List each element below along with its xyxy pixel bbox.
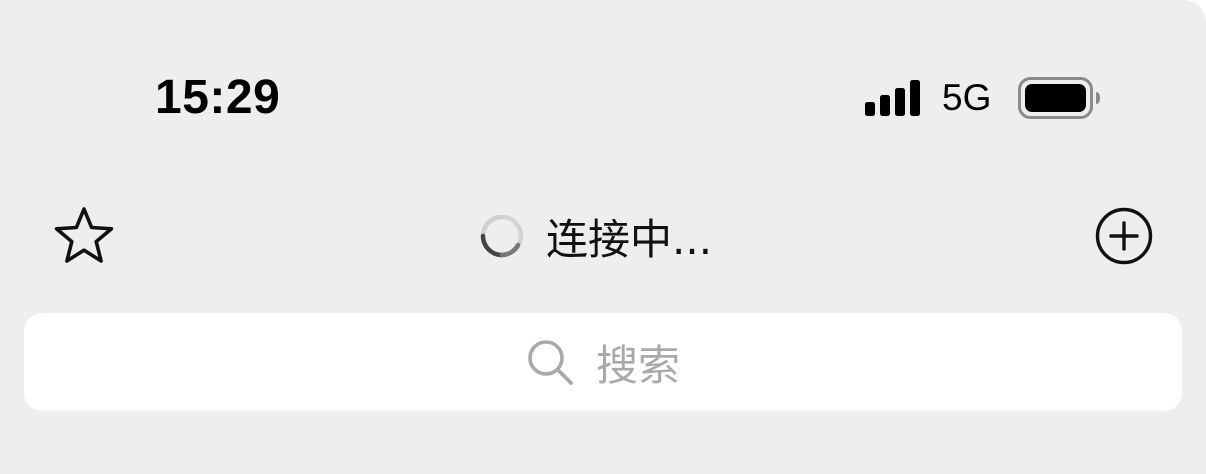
search-input[interactable]: 搜索 bbox=[24, 313, 1182, 411]
signal-icon bbox=[865, 80, 920, 116]
battery-icon bbox=[1018, 77, 1100, 119]
nav-title: 连接中... bbox=[546, 214, 713, 264]
search-placeholder: 搜索 bbox=[595, 340, 680, 390]
plus-circle-icon[interactable] bbox=[1094, 206, 1154, 266]
network-type: 5G bbox=[942, 77, 992, 118]
star-icon[interactable] bbox=[52, 204, 116, 268]
search-icon bbox=[528, 340, 573, 385]
search-content: 搜索 bbox=[526, 332, 680, 393]
nav-title-group: 连接中... bbox=[478, 206, 712, 266]
spinner-icon bbox=[480, 214, 524, 258]
status-time: 15:29 bbox=[155, 71, 281, 124]
app-screen: 15:29 5G 连接中... 搜索 bbox=[0, 0, 1206, 474]
